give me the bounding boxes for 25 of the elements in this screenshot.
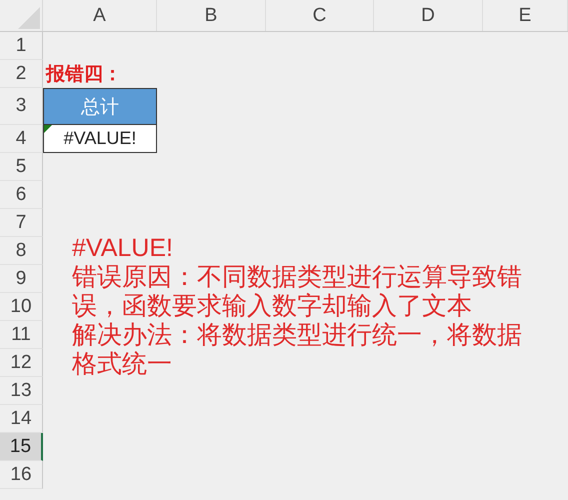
note-text: 解决办法：将数据类型进行统一，将数据格式统一	[72, 321, 523, 379]
column-header[interactable]: E	[483, 0, 568, 31]
row-header[interactable]: 5	[0, 153, 43, 181]
column-header[interactable]: B	[157, 0, 266, 31]
note-text: #VALUE!	[72, 234, 174, 263]
row-header[interactable]: 2	[0, 60, 43, 88]
column-header[interactable]: D	[374, 0, 483, 31]
row-header[interactable]: 1	[0, 32, 43, 60]
row-header[interactable]: 10	[0, 293, 43, 321]
row-header[interactable]: 16	[0, 461, 43, 489]
row-header[interactable]: 8	[0, 237, 43, 265]
row-header[interactable]: 13	[0, 377, 43, 405]
row-header[interactable]: 6	[0, 181, 43, 209]
row-header[interactable]: 11	[0, 321, 43, 349]
table-cell: #VALUE!	[43, 125, 157, 153]
row-header[interactable]: 9	[0, 265, 43, 293]
header-cell: 总计	[43, 88, 157, 125]
column-header[interactable]: A	[43, 0, 157, 31]
column-header[interactable]: C	[266, 0, 374, 31]
cell-label: 报错四：	[44, 63, 123, 87]
note-text: 错误原因：不同数据类型进行运算导致错误，函数要求输入数字却输入了文本	[72, 263, 523, 321]
row-header[interactable]: 7	[0, 209, 43, 237]
row-header[interactable]: 12	[0, 349, 43, 377]
select-all-icon[interactable]	[18, 7, 40, 29]
row-header[interactable]: 15	[0, 433, 43, 461]
